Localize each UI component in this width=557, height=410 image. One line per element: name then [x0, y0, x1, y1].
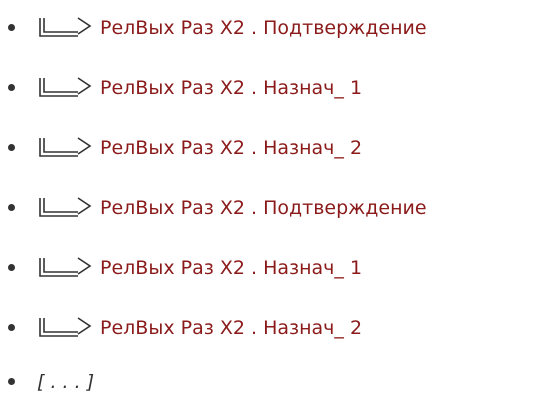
relation-link[interactable]: РелВых Раз X2 . Назнач_ 2 [100, 316, 362, 340]
double-line-right-arrow-icon [39, 77, 92, 97]
relation-link[interactable]: РелВых Раз X2 . Подтверждение [100, 16, 427, 40]
bullet-icon [8, 144, 15, 151]
double-line-right-arrow-icon [39, 197, 92, 217]
relation-link[interactable]: РелВых Раз X2 . Назнач_ 2 [100, 136, 362, 160]
relation-link[interactable]: РелВых Раз X2 . Назнач_ 1 [100, 256, 362, 280]
relation-link[interactable]: РелВых Раз X2 . Подтверждение [100, 196, 427, 220]
more-ellipsis: [ . . . ] [37, 371, 95, 393]
relation-link[interactable]: РелВых Раз X2 . Назнач_ 1 [100, 76, 362, 100]
double-line-right-arrow-icon [39, 317, 92, 337]
double-line-right-arrow-icon [39, 137, 92, 157]
double-line-right-arrow-icon [39, 17, 92, 37]
double-line-right-arrow-icon [39, 257, 92, 277]
bullet-icon [8, 84, 15, 91]
bullet-icon [8, 204, 15, 211]
bullet-icon [8, 264, 15, 271]
bullet-icon [8, 324, 15, 331]
bullet-icon [8, 24, 15, 31]
bullet-icon [8, 378, 15, 385]
